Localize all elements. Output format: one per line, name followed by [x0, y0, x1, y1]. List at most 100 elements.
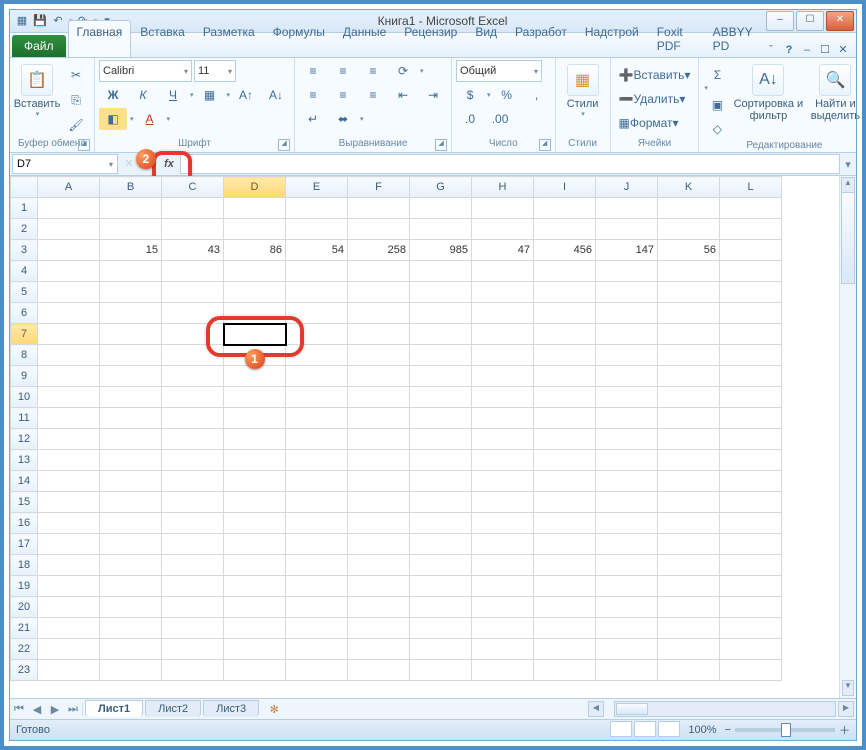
row-header-12[interactable]: 12: [11, 429, 38, 450]
cell-F22[interactable]: [348, 639, 410, 660]
undo-icon[interactable]: ↶: [50, 13, 66, 29]
cell-B17[interactable]: [100, 534, 162, 555]
border-button[interactable]: ▦: [196, 84, 224, 106]
cell-C23[interactable]: [162, 660, 224, 681]
scroll-down-icon[interactable]: ▼: [842, 680, 854, 696]
cell-H6[interactable]: [472, 303, 534, 324]
align-left-button[interactable]: ≡: [299, 84, 327, 106]
doc-minimize-icon[interactable]: –: [800, 43, 814, 57]
cell-A4[interactable]: [38, 261, 100, 282]
cell-I20[interactable]: [534, 597, 596, 618]
tab-вставка[interactable]: Вставка: [131, 20, 194, 57]
cell-L5[interactable]: [720, 282, 782, 303]
cell-E18[interactable]: [286, 555, 348, 576]
cell-G16[interactable]: [410, 513, 472, 534]
cell-A22[interactable]: [38, 639, 100, 660]
clear-button[interactable]: ◇: [703, 118, 731, 140]
cell-J15[interactable]: [596, 492, 658, 513]
paste-dropdown-icon[interactable]: ▾: [36, 110, 40, 118]
cell-L12[interactable]: [720, 429, 782, 450]
ws-tab-лист2[interactable]: Лист2: [145, 700, 201, 717]
cell-E23[interactable]: [286, 660, 348, 681]
cell-I1[interactable]: [534, 198, 596, 219]
cell-C13[interactable]: [162, 450, 224, 471]
row-header-18[interactable]: 18: [11, 555, 38, 576]
cell-D6[interactable]: [224, 303, 286, 324]
cell-J1[interactable]: [596, 198, 658, 219]
cell-I7[interactable]: [534, 324, 596, 345]
cell-G11[interactable]: [410, 408, 472, 429]
cell-H19[interactable]: [472, 576, 534, 597]
cell-B5[interactable]: [100, 282, 162, 303]
cell-L7[interactable]: [720, 324, 782, 345]
cell-C20[interactable]: [162, 597, 224, 618]
cell-K4[interactable]: [658, 261, 720, 282]
cell-K22[interactable]: [658, 639, 720, 660]
cell-I2[interactable]: [534, 219, 596, 240]
wrap-text-button[interactable]: ↵: [299, 108, 327, 130]
cell-C8[interactable]: [162, 345, 224, 366]
cell-E12[interactable]: [286, 429, 348, 450]
copy-button[interactable]: ⎘: [62, 89, 90, 111]
minimize-ribbon-icon[interactable]: ˇ: [764, 43, 778, 57]
cell-F5[interactable]: [348, 282, 410, 303]
cell-E5[interactable]: [286, 282, 348, 303]
cell-C10[interactable]: [162, 387, 224, 408]
cell-G13[interactable]: [410, 450, 472, 471]
cell-F20[interactable]: [348, 597, 410, 618]
horizontal-scrollbar[interactable]: [614, 701, 836, 717]
number-dialog-launcher[interactable]: ◢: [539, 139, 551, 151]
ws-prev-icon[interactable]: ◀: [28, 703, 46, 716]
fill-button[interactable]: ▣: [703, 94, 731, 116]
cell-J18[interactable]: [596, 555, 658, 576]
cell-E8[interactable]: [286, 345, 348, 366]
cell-E13[interactable]: [286, 450, 348, 471]
cell-H7[interactable]: [472, 324, 534, 345]
cell-I11[interactable]: [534, 408, 596, 429]
new-sheet-button[interactable]: ✻: [265, 703, 283, 716]
cell-D2[interactable]: [224, 219, 286, 240]
cell-K17[interactable]: [658, 534, 720, 555]
view-normal-button[interactable]: [610, 721, 632, 737]
clipboard-dialog-launcher[interactable]: ◢: [78, 139, 90, 151]
cell-G2[interactable]: [410, 219, 472, 240]
cell-L8[interactable]: [720, 345, 782, 366]
cell-L11[interactable]: [720, 408, 782, 429]
cell-G9[interactable]: [410, 366, 472, 387]
cell-C5[interactable]: [162, 282, 224, 303]
cell-F8[interactable]: [348, 345, 410, 366]
row-header-1[interactable]: 1: [11, 198, 38, 219]
indent-button[interactable]: ⇥: [419, 84, 447, 106]
cell-J5[interactable]: [596, 282, 658, 303]
cell-J10[interactable]: [596, 387, 658, 408]
tab-формулы[interactable]: Формулы: [264, 20, 334, 57]
row-header-23[interactable]: 23: [11, 660, 38, 681]
format-button[interactable]: ▦ Формат ▾: [615, 112, 683, 134]
tab-вид[interactable]: Вид: [466, 20, 506, 57]
cell-L15[interactable]: [720, 492, 782, 513]
cell-F15[interactable]: [348, 492, 410, 513]
cell-D9[interactable]: [224, 366, 286, 387]
cell-D11[interactable]: [224, 408, 286, 429]
increase-decimal-button[interactable]: .0: [456, 108, 484, 130]
file-tab[interactable]: Файл: [12, 35, 66, 57]
cell-L20[interactable]: [720, 597, 782, 618]
cell-K15[interactable]: [658, 492, 720, 513]
cell-A20[interactable]: [38, 597, 100, 618]
zoom-out-icon[interactable]: −: [725, 724, 731, 736]
cell-A10[interactable]: [38, 387, 100, 408]
cell-C11[interactable]: [162, 408, 224, 429]
cell-G5[interactable]: [410, 282, 472, 303]
cell-B23[interactable]: [100, 660, 162, 681]
col-header-D[interactable]: D: [224, 177, 286, 198]
cell-I19[interactable]: [534, 576, 596, 597]
cut-button[interactable]: ✂: [62, 64, 90, 86]
decrease-decimal-button[interactable]: .00: [486, 108, 514, 130]
cell-A18[interactable]: [38, 555, 100, 576]
paste-button[interactable]: 📋 Вставить ▾: [14, 60, 60, 118]
ws-tab-лист3[interactable]: Лист3: [203, 700, 259, 717]
cell-H20[interactable]: [472, 597, 534, 618]
cell-H14[interactable]: [472, 471, 534, 492]
cell-J11[interactable]: [596, 408, 658, 429]
cell-C18[interactable]: [162, 555, 224, 576]
